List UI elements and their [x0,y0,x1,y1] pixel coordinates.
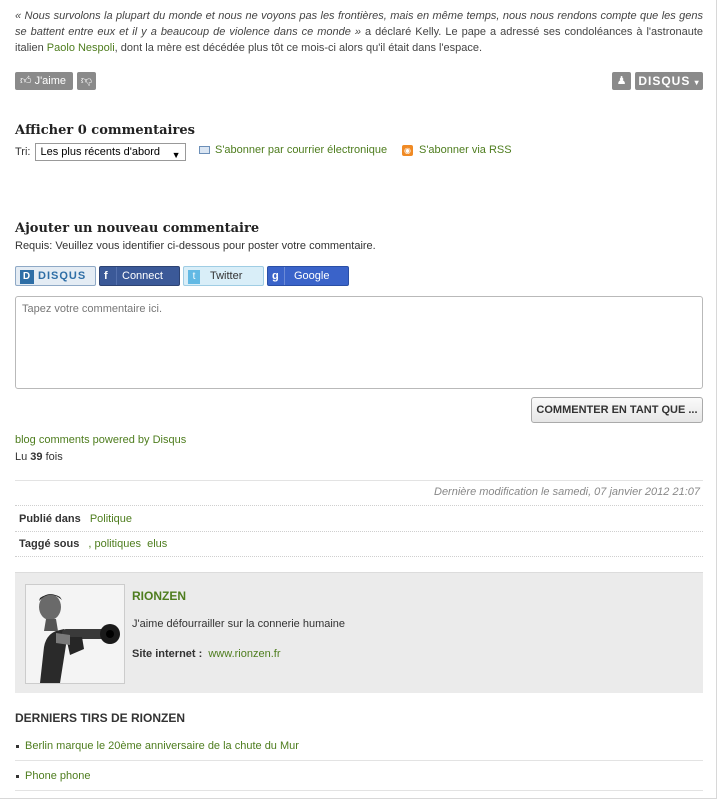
article-text: « Nous survolons la plupart du monde et … [15,8,703,56]
list-item: Phone phone [16,770,90,782]
divider [15,505,703,506]
latest-post-link[interactable]: Phone phone [25,770,90,782]
users-icon: ♟ [616,75,627,87]
facebook-connect-button[interactable]: f Connect [99,266,180,286]
community-button[interactable]: ♟ [612,72,631,90]
divider [15,531,703,532]
hit-counter: Lu 39 fois [15,451,63,463]
login-required-note: Requis: Veuillez vous identifier ci-dess… [15,240,376,252]
disqus-icon: D [20,270,34,284]
sort-select[interactable]: Les plus récents d'abord ▼ [35,143,187,161]
twitter-login-label: Twitter [210,270,243,282]
like-label: J'aime [34,75,67,87]
subscribe-rss-label: S'abonner via RSS [419,144,512,156]
category-link[interactable]: Politique [90,513,132,525]
add-comment-title: Ajouter un nouveau commentaire [15,221,260,236]
divider [15,790,703,791]
subscribe-rss-link[interactable]: ◉ S'abonner via RSS [402,144,512,156]
disqus-menu-button[interactable]: DISQUS ▾ [635,72,703,90]
twitter-icon: t [188,270,200,284]
article-text-end: , dont la mère est décédée plus tôt ce m… [114,42,483,54]
rss-icon: ◉ [402,144,413,156]
hits-count: 39 [30,451,43,463]
divider [15,480,703,481]
envelope-icon [199,146,210,154]
facebook-icon: f [104,267,117,285]
last-modified: Dernière modification le samedi, 07 janv… [434,486,700,498]
google-icon: g [272,267,285,285]
google-login-button[interactable]: g Google [267,266,349,286]
bullet-icon [16,744,19,748]
hits-prefix: Lu [15,451,31,463]
comment-placeholder: Tapez votre commentaire ici. [22,303,162,315]
post-comment-button[interactable]: COMMENTER EN TANT QUE ... [531,397,703,423]
divider [15,556,703,557]
tag-link[interactable]: elus [147,538,167,550]
latest-posts-title: DERNIERS TIRS DE RIONZEN [15,711,186,725]
thumbs-up-icon: 👍︎ [20,75,32,87]
published-in: Publié dans Politique [19,513,132,525]
chevron-down-icon: ▼ [171,150,181,160]
website-label: Site internet : [132,648,203,660]
bullet-icon [16,774,19,778]
author-name[interactable]: RIONZEN [132,589,186,603]
avatar [25,584,125,684]
sort-value: Les plus récents d'abord [40,146,160,158]
dislike-button[interactable]: 👎︎ [77,72,96,90]
author-bio: J'aime défourrailler sur la connerie hum… [132,618,346,630]
website-link[interactable]: www.rionzen.fr [208,648,280,660]
astronaut-link[interactable]: Paolo Nespoli [47,42,115,54]
tags-label: Taggé sous [19,538,80,550]
author-avatar-image [26,585,124,683]
sort-row: Tri: Les plus récents d'abord ▼ [15,142,187,162]
published-label: Publié dans [19,513,81,525]
comment-textarea[interactable]: Tapez votre commentaire ici. [15,296,703,389]
powered-by-disqus-link[interactable]: blog comments powered by Disqus [15,434,186,446]
thumbs-down-icon: 👎︎ [80,75,93,87]
disqus-brand: DISQUS [638,74,691,88]
twitter-login-button[interactable]: t Twitter [183,266,264,286]
disqus-login-button[interactable]: D DISQUS [15,266,96,286]
author-website: Site internet : www.rionzen.fr [132,648,281,660]
google-login-label: Google [294,270,330,282]
divider [15,760,703,761]
comments-title: Afficher 0 commentaires [15,123,195,138]
sort-label: Tri: [15,146,31,158]
tag-link[interactable]: , politiques [88,538,141,550]
list-item: Berlin marque le 20ème anniversaire de l… [16,740,299,752]
facebook-connect-label: Connect [122,270,163,282]
author-box: RIONZEN J'aime défourrailler sur la conn… [15,572,703,693]
hits-suffix: fois [42,451,63,463]
latest-post-link[interactable]: Berlin marque le 20ème anniversaire de l… [25,740,299,752]
subscribe-email-label: S'abonner par courrier électronique [215,144,388,156]
disqus-login-label: DISQUS [38,270,87,282]
chevron-down-icon: ▾ [694,78,700,87]
tags-row: Taggé sous , politiques elus [19,538,167,550]
subscribe-email-link[interactable]: S'abonner par courrier électronique [199,144,387,156]
like-button[interactable]: 👍︎ J'aime [15,72,73,90]
